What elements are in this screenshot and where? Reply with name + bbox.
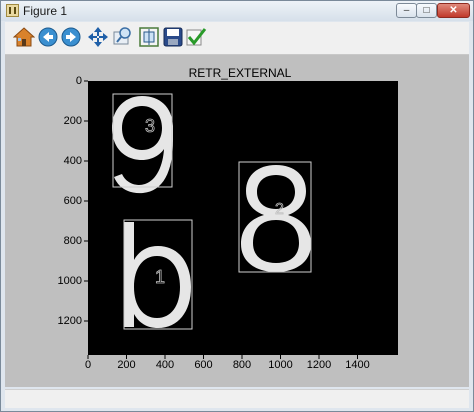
y-tick-label: 1200 [57, 315, 82, 327]
y-tick-label: 600 [63, 195, 82, 207]
pan-button[interactable] [87, 26, 109, 48]
status-bar [5, 389, 469, 408]
image-axes[interactable] [88, 81, 398, 355]
title-bar[interactable]: Figure 1 – □ ✕ [1, 1, 473, 21]
zoom-icon [113, 27, 131, 45]
x-tick-label: 200 [117, 359, 136, 371]
minimize-button[interactable]: – [396, 3, 417, 18]
x-tick-label: 0 [84, 359, 92, 371]
edit-check-icon [186, 28, 207, 46]
x-tick-label: 1400 [345, 359, 370, 371]
forward-icon [61, 27, 81, 47]
configure-subplots-icon [139, 27, 159, 47]
y-tick-label: 1000 [57, 275, 82, 287]
forward-button[interactable] [60, 26, 82, 48]
close-button[interactable]: ✕ [437, 3, 470, 18]
back-button[interactable] [37, 26, 59, 48]
y-tick-label: 800 [63, 235, 82, 247]
x-tick-label: 600 [194, 359, 213, 371]
x-tick-label: 1200 [306, 359, 332, 371]
back-icon [38, 27, 58, 47]
x-tick-label: 400 [155, 359, 175, 371]
save-button[interactable] [162, 26, 184, 48]
x-tick-label: 1000 [268, 359, 293, 371]
pan-icon [88, 27, 108, 47]
plot-title: RETR_EXTERNAL [188, 66, 292, 80]
zoom-button[interactable] [111, 26, 133, 48]
app-icon [6, 4, 19, 17]
edit-parameters-button[interactable] [185, 26, 207, 48]
y-tick-label: 200 [63, 115, 82, 127]
y-tick-label: 0 [75, 75, 82, 87]
y-tick-label: 400 [63, 155, 82, 167]
x-tick-label: 800 [232, 359, 252, 371]
home-button[interactable] [13, 26, 35, 48]
configure-subplots-button[interactable] [138, 26, 160, 48]
home-icon [13, 27, 35, 47]
maximize-button[interactable]: □ [416, 3, 437, 18]
window-title: Figure 1 [23, 4, 68, 18]
navigation-toolbar [5, 22, 469, 55]
save-icon [163, 27, 183, 47]
